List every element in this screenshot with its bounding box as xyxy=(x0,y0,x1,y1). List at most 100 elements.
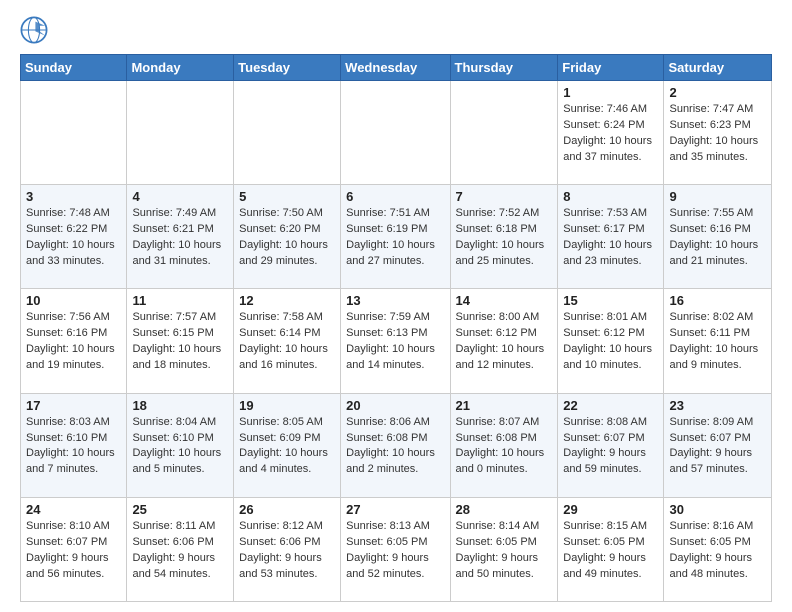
cell-info: Sunrise: 8:14 AMSunset: 6:05 PMDaylight:… xyxy=(456,519,553,583)
day-number: 17 xyxy=(26,398,121,413)
day-number: 16 xyxy=(669,293,766,308)
day-number: 5 xyxy=(239,189,335,204)
calendar-cell: 28Sunrise: 8:14 AMSunset: 6:05 PMDayligh… xyxy=(450,497,558,601)
weekday-header-row: SundayMondayTuesdayWednesdayThursdayFrid… xyxy=(21,55,772,81)
logo xyxy=(20,16,52,44)
day-number: 24 xyxy=(26,502,121,517)
cell-info: Sunrise: 8:09 AMSunset: 6:07 PMDaylight:… xyxy=(669,415,766,479)
cell-info: Sunrise: 8:07 AMSunset: 6:08 PMDaylight:… xyxy=(456,415,553,479)
day-number: 20 xyxy=(346,398,444,413)
day-number: 6 xyxy=(346,189,444,204)
calendar-cell: 17Sunrise: 8:03 AMSunset: 6:10 PMDayligh… xyxy=(21,393,127,497)
calendar-cell: 15 Sunrise: 8:01 AMSunset: 6:12 PMDayligh… xyxy=(558,289,664,393)
day-number: 11 xyxy=(132,293,228,308)
day-number: 26 xyxy=(239,502,335,517)
day-number: 12 xyxy=(239,293,335,308)
weekday-thursday: Thursday xyxy=(450,55,558,81)
calendar-cell: 26Sunrise: 8:12 AMSunset: 6:06 PMDayligh… xyxy=(234,497,341,601)
calendar-cell xyxy=(341,81,450,185)
weekday-sunday: Sunday xyxy=(21,55,127,81)
week-row-3: 10 Sunrise: 7:56 AMSunset: 6:16 PMDayligh… xyxy=(21,289,772,393)
day-number: 10 xyxy=(26,293,121,308)
day-number: 3 xyxy=(26,189,121,204)
day-number: 30 xyxy=(669,502,766,517)
cell-info: Sunrise: 7:58 AMSunset: 6:14 PMDaylight:… xyxy=(239,310,335,374)
calendar-cell: 27 Sunrise: 8:13 AMSunset: 6:05 PMDayligh… xyxy=(341,497,450,601)
cell-info: Sunrise: 8:05 AMSunset: 6:09 PMDaylight:… xyxy=(239,415,335,479)
cell-info: Sunrise: 8:02 AMSunset: 6:11 PMDaylight:… xyxy=(669,310,766,374)
day-number: 2 xyxy=(669,85,766,100)
calendar-cell: 11 Sunrise: 7:57 AMSunset: 6:15 PMDayligh… xyxy=(127,289,234,393)
calendar-cell: 5Sunrise: 7:50 AMSunset: 6:20 PMDaylight… xyxy=(234,185,341,289)
calendar-cell: 29 Sunrise: 8:15 AMSunset: 6:05 PMDayligh… xyxy=(558,497,664,601)
cell-info: Sunrise: 7:59 AMSunset: 6:13 PMDaylight:… xyxy=(346,310,444,374)
calendar-cell: 21 Sunrise: 8:07 AMSunset: 6:08 PMDayligh… xyxy=(450,393,558,497)
cell-info: Sunrise: 8:08 AMSunset: 6:07 PMDaylight:… xyxy=(563,415,658,479)
page: SundayMondayTuesdayWednesdayThursdayFrid… xyxy=(0,0,792,612)
header xyxy=(20,16,772,44)
day-number: 23 xyxy=(669,398,766,413)
calendar-cell: 4 Sunrise: 7:49 AMSunset: 6:21 PMDaylight… xyxy=(127,185,234,289)
cell-info: Sunrise: 7:52 AMSunset: 6:18 PMDaylight:… xyxy=(456,206,553,270)
day-number: 21 xyxy=(456,398,553,413)
calendar-cell: 9 Sunrise: 7:55 AMSunset: 6:16 PMDaylight… xyxy=(664,185,772,289)
cell-info: Sunrise: 8:13 AMSunset: 6:05 PMDaylight:… xyxy=(346,519,444,583)
day-number: 29 xyxy=(563,502,658,517)
day-number: 14 xyxy=(456,293,553,308)
weekday-monday: Monday xyxy=(127,55,234,81)
calendar-cell xyxy=(234,81,341,185)
day-number: 8 xyxy=(563,189,658,204)
cell-info: Sunrise: 7:56 AMSunset: 6:16 PMDaylight:… xyxy=(26,310,121,374)
calendar-cell: 25Sunrise: 8:11 AMSunset: 6:06 PMDayligh… xyxy=(127,497,234,601)
cell-info: Sunrise: 7:51 AMSunset: 6:19 PMDaylight:… xyxy=(346,206,444,270)
cell-info: Sunrise: 8:10 AMSunset: 6:07 PMDaylight:… xyxy=(26,519,121,583)
day-number: 27 xyxy=(346,502,444,517)
calendar-cell: 8 Sunrise: 7:53 AMSunset: 6:17 PMDaylight… xyxy=(558,185,664,289)
calendar-cell: 16 Sunrise: 8:02 AMSunset: 6:11 PMDayligh… xyxy=(664,289,772,393)
weekday-wednesday: Wednesday xyxy=(341,55,450,81)
cell-info: Sunrise: 8:11 AMSunset: 6:06 PMDaylight:… xyxy=(132,519,228,583)
calendar-cell: 14Sunrise: 8:00 AMSunset: 6:12 PMDayligh… xyxy=(450,289,558,393)
calendar-cell: 20 Sunrise: 8:06 AMSunset: 6:08 PMDayligh… xyxy=(341,393,450,497)
day-number: 13 xyxy=(346,293,444,308)
day-number: 19 xyxy=(239,398,335,413)
cell-info: Sunrise: 7:55 AMSunset: 6:16 PMDaylight:… xyxy=(669,206,766,270)
calendar-cell: 18 Sunrise: 8:04 AMSunset: 6:10 PMDayligh… xyxy=(127,393,234,497)
calendar-cell: 3 Sunrise: 7:48 AMSunset: 6:22 PMDaylight… xyxy=(21,185,127,289)
cell-info: Sunrise: 7:57 AMSunset: 6:15 PMDaylight:… xyxy=(132,310,228,374)
day-number: 15 xyxy=(563,293,658,308)
calendar-cell: 24 Sunrise: 8:10 AMSunset: 6:07 PMDayligh… xyxy=(21,497,127,601)
calendar-cell: 13 Sunrise: 7:59 AMSunset: 6:13 PMDayligh… xyxy=(341,289,450,393)
calendar-cell: 7 Sunrise: 7:52 AMSunset: 6:18 PMDaylight… xyxy=(450,185,558,289)
calendar-header: SundayMondayTuesdayWednesdayThursdayFrid… xyxy=(21,55,772,81)
calendar-cell: 10 Sunrise: 7:56 AMSunset: 6:16 PMDayligh… xyxy=(21,289,127,393)
day-number: 1 xyxy=(563,85,658,100)
cell-info: Sunrise: 7:48 AMSunset: 6:22 PMDaylight:… xyxy=(26,206,121,270)
cell-info: Sunrise: 8:15 AMSunset: 6:05 PMDaylight:… xyxy=(563,519,658,583)
cell-info: Sunrise: 7:46 AMSunset: 6:24 PMDaylight:… xyxy=(563,102,658,166)
cell-info: Sunrise: 7:53 AMSunset: 6:17 PMDaylight:… xyxy=(563,206,658,270)
calendar-cell xyxy=(21,81,127,185)
week-row-1: 1 Sunrise: 7:46 AMSunset: 6:24 PMDaylight… xyxy=(21,81,772,185)
weekday-friday: Friday xyxy=(558,55,664,81)
cell-info: Sunrise: 8:06 AMSunset: 6:08 PMDaylight:… xyxy=(346,415,444,479)
week-row-2: 3 Sunrise: 7:48 AMSunset: 6:22 PMDaylight… xyxy=(21,185,772,289)
calendar-cell xyxy=(127,81,234,185)
day-number: 7 xyxy=(456,189,553,204)
day-number: 4 xyxy=(132,189,228,204)
cell-info: Sunrise: 8:04 AMSunset: 6:10 PMDaylight:… xyxy=(132,415,228,479)
cell-info: Sunrise: 7:49 AMSunset: 6:21 PMDaylight:… xyxy=(132,206,228,270)
calendar-cell: 1 Sunrise: 7:46 AMSunset: 6:24 PMDaylight… xyxy=(558,81,664,185)
calendar-cell: 2Sunrise: 7:47 AMSunset: 6:23 PMDaylight… xyxy=(664,81,772,185)
calendar-cell: 23 Sunrise: 8:09 AMSunset: 6:07 PMDayligh… xyxy=(664,393,772,497)
logo-icon xyxy=(20,16,48,44)
cell-info: Sunrise: 8:01 AMSunset: 6:12 PMDaylight:… xyxy=(563,310,658,374)
calendar-cell xyxy=(450,81,558,185)
calendar-cell: 22Sunrise: 8:08 AMSunset: 6:07 PMDayligh… xyxy=(558,393,664,497)
day-number: 18 xyxy=(132,398,228,413)
calendar-body: 1 Sunrise: 7:46 AMSunset: 6:24 PMDaylight… xyxy=(21,81,772,602)
calendar-cell: 19 Sunrise: 8:05 AMSunset: 6:09 PMDayligh… xyxy=(234,393,341,497)
day-number: 9 xyxy=(669,189,766,204)
week-row-5: 24 Sunrise: 8:10 AMSunset: 6:07 PMDayligh… xyxy=(21,497,772,601)
cell-info: Sunrise: 8:16 AMSunset: 6:05 PMDaylight:… xyxy=(669,519,766,583)
